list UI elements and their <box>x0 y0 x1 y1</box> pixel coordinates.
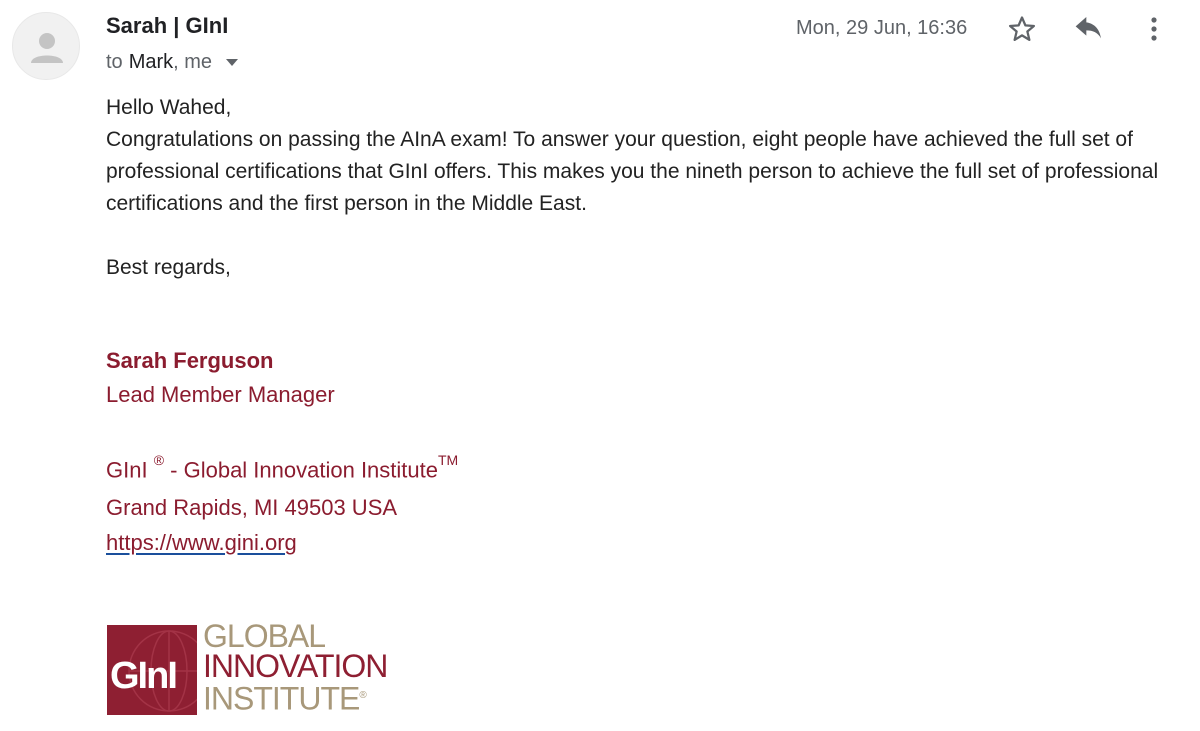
recipient-mark: Mark <box>128 51 174 73</box>
logo-box-text: GInI <box>110 655 178 697</box>
email-body: Hello Wahed, Congratulations on passing … <box>106 92 1186 284</box>
email-date: Mon, 29 Jun, 16:36 <box>796 17 968 39</box>
signature-title: Lead Member Manager <box>106 382 335 407</box>
email-message: Congratulations on passing the AInA exam… <box>106 128 1159 215</box>
signature-organization: GInI ® - Global Innovation InstituteTM <box>106 452 458 483</box>
logo-registered-mark: ® <box>359 690 366 701</box>
star-icon <box>1009 16 1035 41</box>
gini-logo: GInI GLOBAL INNOVATION INSTITUTE® <box>107 620 407 715</box>
more-vert-icon <box>1151 17 1157 41</box>
org-full-name: - Global Innovation Institute <box>170 457 438 483</box>
email-closing: Best regards, <box>106 256 231 279</box>
chevron-down-icon[interactable] <box>226 59 239 66</box>
email-greeting: Hello Wahed, <box>106 96 232 119</box>
sender-name[interactable]: Sarah | GInI <box>106 13 228 39</box>
logo-line-global: GLOBAL <box>203 618 326 654</box>
signature-address: Grand Rapids, MI 49503 USA <box>106 495 398 520</box>
star-button[interactable] <box>1004 11 1040 47</box>
logo-institute-text: INSTITUTE <box>203 680 360 717</box>
avatar[interactable] <box>12 12 80 80</box>
recipients-line: to Mark, me <box>106 51 239 74</box>
person-icon <box>31 33 63 63</box>
recipient-me: me <box>184 51 213 73</box>
logo-mark: GInI <box>107 625 197 715</box>
registered-mark: ® <box>153 452 165 468</box>
logo-line-institute: INSTITUTE® <box>203 680 387 717</box>
logo-line-innovation: INNOVATION <box>203 648 388 684</box>
org-name: GInI <box>106 457 148 483</box>
signature-name: Sarah Ferguson <box>106 348 274 373</box>
to-label: to <box>106 51 123 73</box>
reply-button[interactable] <box>1069 11 1109 47</box>
website-link[interactable]: https://www.gini.org <box>106 530 297 556</box>
recipient-separator: , <box>173 51 185 73</box>
more-options-button[interactable] <box>1140 11 1168 47</box>
reply-icon <box>1075 17 1101 39</box>
logo-wordmark: GLOBAL INNOVATION INSTITUTE® <box>203 618 388 717</box>
trademark-mark: TM <box>437 452 459 468</box>
